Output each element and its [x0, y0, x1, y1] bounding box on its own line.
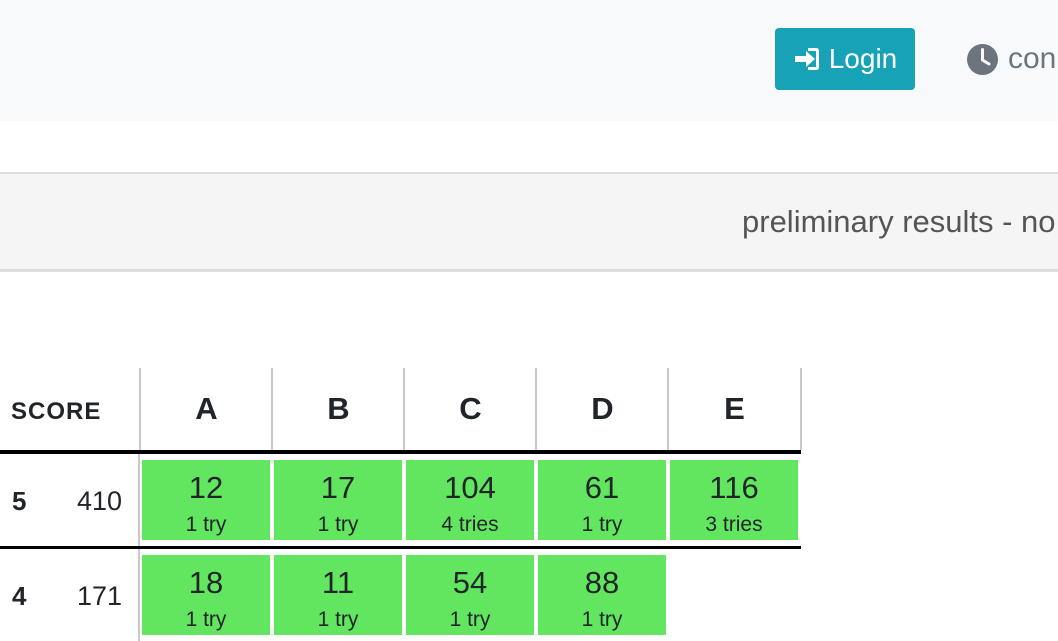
scoreboard-table: SCORE ABCDE 5 410 12 1 try 17 1 try 104 4 tries… — [0, 368, 802, 641]
try-count: 1 try — [449, 608, 491, 631]
team-score: 410 — [76, 486, 122, 516]
sign-in-icon — [793, 45, 821, 73]
table-row: 5 410 12 1 try 17 1 try 104 4 tries 61 1 try 116 3 … — [0, 454, 801, 549]
table-row: 4 171 18 1 try 11 1 try 54 1 try 88 1 try — [0, 549, 801, 641]
solve-time: 12 — [188, 470, 224, 505]
team-rank: 5 — [12, 486, 27, 516]
login-button[interactable]: Login — [775, 28, 915, 90]
problem-cell-solved: 54 1 try — [406, 555, 534, 635]
try-count: 4 tries — [441, 513, 499, 536]
solve-time: 61 — [584, 470, 620, 505]
problem-header[interactable]: C — [403, 368, 536, 450]
scoreboard-header: SCORE ABCDE — [0, 368, 802, 454]
solve-time: 18 — [188, 565, 224, 600]
team-score: 171 — [76, 581, 122, 611]
solve-time: 54 — [452, 565, 488, 600]
try-count: 1 try — [185, 608, 227, 631]
column-divider — [138, 549, 140, 641]
navbar: Login con — [0, 0, 1058, 121]
problem-header[interactable]: E — [667, 368, 802, 450]
problem-header[interactable]: A — [139, 368, 272, 450]
try-count: 1 try — [185, 513, 227, 536]
problem-cell-solved: 18 1 try — [142, 555, 270, 635]
banner-text: preliminary results - no — [742, 204, 1056, 239]
solve-time: 104 — [444, 470, 496, 505]
try-count: 1 try — [317, 513, 359, 536]
column-divider — [138, 454, 140, 546]
team-rank: 4 — [12, 581, 27, 611]
clock-icon — [966, 43, 999, 76]
score-header: SCORE — [11, 398, 102, 425]
solve-time: 17 — [320, 470, 356, 505]
solve-time: 116 — [709, 470, 759, 505]
try-count: 1 try — [317, 608, 359, 631]
problem-cell-solved: 116 3 tries — [670, 460, 798, 540]
problem-cell-solved: 104 4 tries — [406, 460, 534, 540]
solve-time: 88 — [584, 565, 620, 600]
try-count: 1 try — [581, 608, 623, 631]
try-count: 3 tries — [705, 513, 763, 536]
contest-clock-link[interactable]: con — [966, 41, 1056, 77]
clock-label: con — [1008, 42, 1057, 75]
problem-cell-solved: 88 1 try — [538, 555, 666, 635]
problem-cell-solved: 61 1 try — [538, 460, 666, 540]
problem-cell-solved: 12 1 try — [142, 460, 270, 540]
try-count: 1 try — [581, 513, 623, 536]
problem-cell-solved: 11 1 try — [274, 555, 402, 635]
login-label: Login — [828, 43, 898, 74]
solve-time: 11 — [321, 565, 355, 600]
results-banner: preliminary results - no — [0, 172, 1058, 272]
problem-header[interactable]: B — [271, 368, 404, 450]
problem-cell-solved: 17 1 try — [274, 460, 402, 540]
problem-header[interactable]: D — [535, 368, 668, 450]
